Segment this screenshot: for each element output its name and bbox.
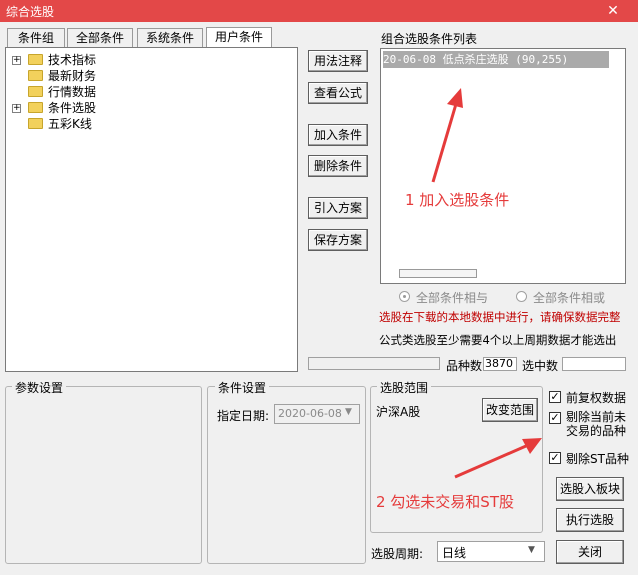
annotation-arrows [431, 88, 542, 479]
arrow-1-line [431, 103, 458, 183]
arrow-2-line [454, 444, 527, 479]
annotation-check-options: 2 勾选未交易和ST股 [376, 493, 514, 511]
annotation-add-condition: 1 加入选股条件 [405, 191, 510, 209]
arrow-1-head [447, 88, 463, 108]
